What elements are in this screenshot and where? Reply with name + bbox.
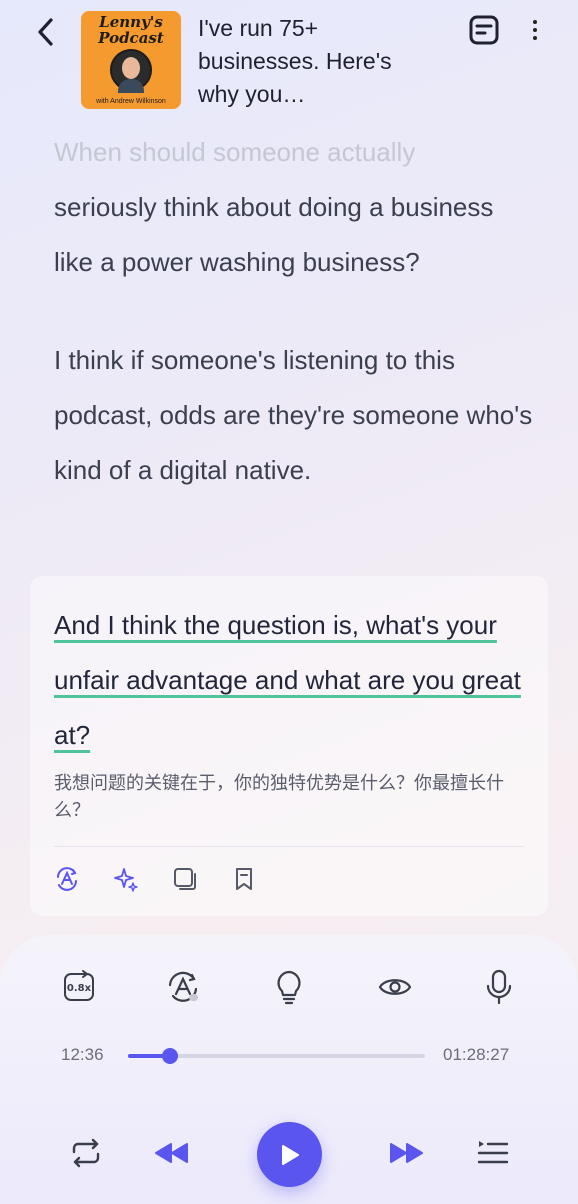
- speed-icon: 0.8x: [64, 970, 94, 1001]
- active-sentence[interactable]: And I think the question is, what's your…: [54, 598, 524, 763]
- translate-button[interactable]: [54, 866, 80, 892]
- play-button[interactable]: [257, 1122, 322, 1187]
- play-icon: [281, 1144, 299, 1165]
- playback-speed-button[interactable]: 0.8x: [59, 967, 99, 1007]
- host-avatar: [110, 49, 152, 93]
- player-tools: 0.8x: [0, 967, 578, 1007]
- record-button[interactable]: [479, 967, 519, 1007]
- header: Lenny's Podcast with Andrew Wilkinson I'…: [0, 0, 578, 120]
- hint-button[interactable]: [269, 967, 309, 1007]
- current-time: 12:36: [61, 1045, 104, 1064]
- active-sentence-card[interactable]: And I think the question is, what's your…: [30, 576, 548, 916]
- lightbulb-icon: [277, 970, 301, 1005]
- more-vertical-icon: [533, 20, 537, 24]
- transcript: When should someone actually seriously t…: [54, 125, 534, 498]
- microphone-icon: [486, 969, 512, 1005]
- playlist-button[interactable]: [472, 1133, 512, 1173]
- ai-explain-button[interactable]: [113, 866, 139, 892]
- divider: [54, 846, 524, 847]
- transcript-paragraph[interactable]: seriously think about doing a business l…: [54, 180, 534, 290]
- player-panel: 0.8x 12:36 01:28:27: [0, 935, 578, 1204]
- copy-button[interactable]: [172, 866, 198, 892]
- cover-guest: with Andrew Wilkinson: [96, 98, 166, 105]
- transcript-button[interactable]: [468, 14, 500, 46]
- sparkle-icon: [114, 868, 138, 892]
- sentence-translation: 我想问题的关键在于，你的独特优势是什么？你最擅长什么？: [54, 773, 504, 820]
- speed-label: 0.8x: [67, 983, 92, 994]
- cover-logo-line2: Podcast: [98, 29, 164, 47]
- copy-icon: [174, 868, 196, 890]
- transcript-paragraph[interactable]: I think if someone's listening to this p…: [54, 333, 534, 498]
- progress-slider[interactable]: [128, 1048, 425, 1064]
- back-button[interactable]: [30, 16, 60, 48]
- repeat-button[interactable]: [66, 1133, 106, 1173]
- active-sentence-text: And I think the question is, what's your…: [54, 610, 521, 750]
- playlist-icon: [477, 1141, 509, 1164]
- bookmark-icon: [236, 868, 252, 890]
- total-time: 01:28:27: [443, 1045, 510, 1064]
- auto-translate-button[interactable]: [163, 967, 203, 1007]
- bookmark-button[interactable]: [231, 866, 257, 892]
- chevron-left-icon: [38, 18, 53, 46]
- fast-forward-icon: [390, 1143, 423, 1163]
- translate-icon: [57, 867, 77, 891]
- rewind-icon: [155, 1143, 188, 1163]
- progress-thumb[interactable]: [162, 1048, 179, 1064]
- visibility-button[interactable]: [375, 967, 415, 1007]
- auto-translate-icon: [168, 971, 198, 1002]
- transcript-icon: [469, 15, 499, 45]
- card-actions: [54, 866, 257, 896]
- rewind-button[interactable]: [151, 1133, 191, 1173]
- eye-icon: [378, 979, 412, 995]
- more-options-button[interactable]: [524, 14, 546, 46]
- episode-title: I've run 75+ businesses. Here's why you…: [198, 15, 392, 107]
- podcast-cover: Lenny's Podcast with Andrew Wilkinson: [81, 11, 181, 109]
- transcript-faded-line[interactable]: When should someone actually: [54, 125, 534, 180]
- fast-forward-button[interactable]: [387, 1133, 427, 1173]
- repeat-icon: [72, 1138, 100, 1168]
